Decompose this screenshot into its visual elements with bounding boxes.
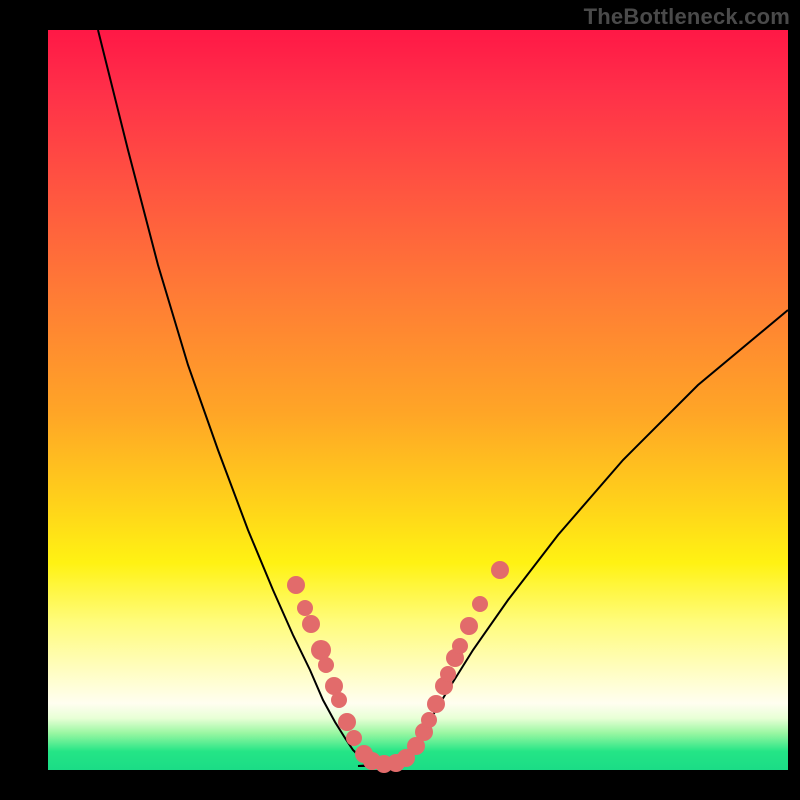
curve-right-branch — [393, 310, 788, 766]
bead-marker — [427, 695, 445, 713]
chart-frame: TheBottleneck.com — [0, 0, 800, 800]
bead-marker — [421, 712, 437, 728]
bead-marker — [346, 730, 362, 746]
bead-marker — [302, 615, 320, 633]
bead-marker — [440, 666, 456, 682]
bead-marker — [297, 600, 313, 616]
plot-area — [48, 30, 788, 770]
bead-marker — [338, 713, 356, 731]
bead-marker — [287, 576, 305, 594]
bead-marker — [331, 692, 347, 708]
chart-svg — [48, 30, 788, 770]
bead-markers — [287, 561, 509, 773]
bead-marker — [452, 638, 468, 654]
bead-marker — [311, 640, 331, 660]
watermark-text: TheBottleneck.com — [584, 4, 790, 30]
bead-marker — [460, 617, 478, 635]
bead-marker — [318, 657, 334, 673]
bead-marker — [472, 596, 488, 612]
bead-marker — [491, 561, 509, 579]
curve-left-branch — [98, 30, 398, 766]
